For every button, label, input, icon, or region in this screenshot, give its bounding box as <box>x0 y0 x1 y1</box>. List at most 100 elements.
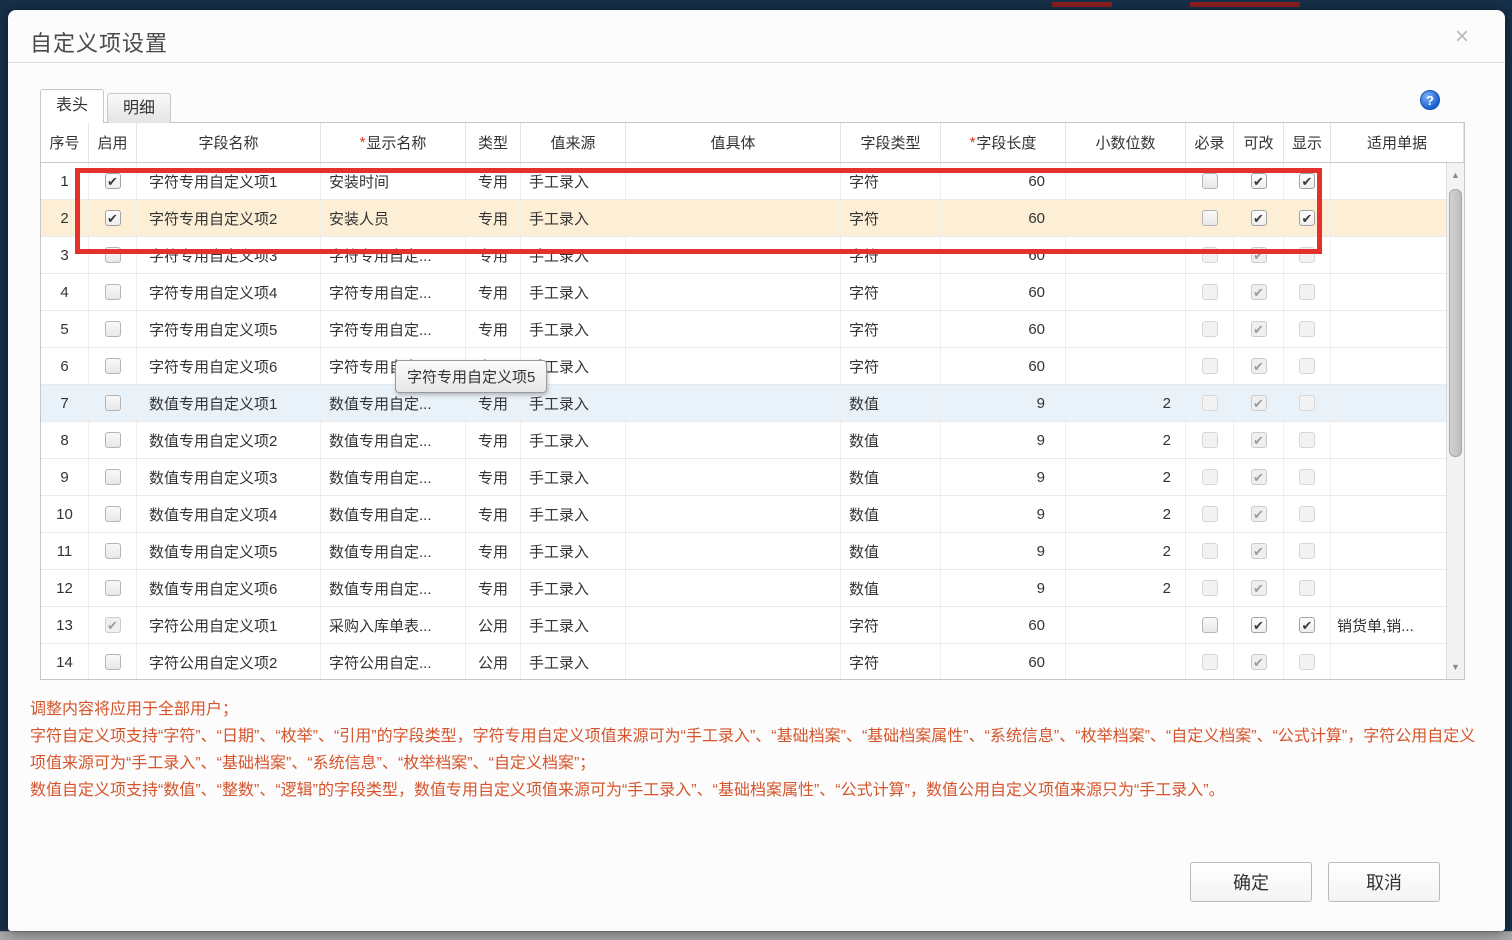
specific-cell <box>626 385 841 421</box>
ok-button[interactable]: 确定 <box>1190 862 1312 902</box>
modifiable-cell <box>1234 496 1284 532</box>
source-cell: 手工录入 <box>521 274 626 310</box>
seq-cell: 14 <box>41 644 89 680</box>
tab-detail[interactable]: 明细 <box>107 93 171 123</box>
table-row[interactable]: 14字符公用自定义项2字符公用自定...公用手工录入字符60 <box>41 644 1464 680</box>
modifiable-cell <box>1234 570 1284 606</box>
table-row[interactable]: 2字符专用自定义项2安装人员专用手工录入字符60 <box>41 200 1464 237</box>
field_name-cell: 字符专用自定义项3 <box>137 237 321 273</box>
help-icon[interactable]: ? <box>1420 90 1440 110</box>
enable-checkbox[interactable] <box>105 469 121 485</box>
specific-cell <box>626 348 841 384</box>
required-cell <box>1186 237 1234 273</box>
seq-cell: 7 <box>41 385 89 421</box>
modifiable-checkbox <box>1251 321 1267 337</box>
enable-checkbox[interactable] <box>105 432 121 448</box>
col-seq-header: 序号 <box>41 123 89 162</box>
background-annotation-mark <box>1052 2 1112 7</box>
table-row[interactable]: 13字符公用自定义项1采购入库单表...公用手工录入字符60销货单,销... <box>41 607 1464 644</box>
required-cell <box>1186 570 1234 606</box>
table-row[interactable]: 12数值专用自定义项6数值专用自定...专用手工录入数值92 <box>41 570 1464 607</box>
enable-checkbox[interactable] <box>105 173 121 189</box>
enable-checkbox[interactable] <box>105 321 121 337</box>
enable-checkbox[interactable] <box>105 210 121 226</box>
enable-checkbox[interactable] <box>105 506 121 522</box>
source-cell: 手工录入 <box>521 311 626 347</box>
table-row[interactable]: 5字符专用自定义项5字符专用自定...专用手工录入字符60 <box>41 311 1464 348</box>
docs-cell <box>1331 533 1464 569</box>
close-icon[interactable]: × <box>1447 22 1477 52</box>
type-cell: 公用 <box>466 644 521 680</box>
table-row[interactable]: 11数值专用自定义项5数值专用自定...专用手工录入数值92 <box>41 533 1464 570</box>
modifiable-cell <box>1234 385 1284 421</box>
table-row[interactable]: 1字符专用自定义项1安装时间专用手工录入字符60 <box>41 163 1464 200</box>
field_type-cell: 字符 <box>841 348 941 384</box>
enable-checkbox[interactable] <box>105 543 121 559</box>
scroll-up-icon[interactable]: ▲ <box>1447 165 1464 185</box>
cancel-button[interactable]: 取消 <box>1328 862 1440 902</box>
modifiable-checkbox[interactable] <box>1251 210 1267 226</box>
vertical-scrollbar[interactable]: ▲ ▼ <box>1446 163 1464 679</box>
table-row[interactable]: 7数值专用自定义项1数值专用自定...专用手工录入数值92 <box>41 385 1464 422</box>
specific-cell <box>626 237 841 273</box>
modifiable-checkbox <box>1251 469 1267 485</box>
required-checkbox[interactable] <box>1202 617 1218 633</box>
required-cell <box>1186 200 1234 236</box>
visible-cell <box>1284 237 1331 273</box>
table-row[interactable]: 6字符专用自定义项6字符专用自定...专用手工录入字符60 <box>41 348 1464 385</box>
dialog-title: 自定义项设置 <box>30 26 168 58</box>
field_name-cell: 字符专用自定义项6 <box>137 348 321 384</box>
seq-cell: 3 <box>41 237 89 273</box>
visible-checkbox[interactable] <box>1299 617 1315 633</box>
docs-cell <box>1331 200 1464 236</box>
enable-checkbox[interactable] <box>105 247 121 263</box>
visible-checkbox[interactable] <box>1299 173 1315 189</box>
scrollbar-thumb[interactable] <box>1449 189 1462 457</box>
enable-cell <box>89 311 137 347</box>
display_name-cell: 数值专用自定... <box>321 533 466 569</box>
enable-checkbox[interactable] <box>105 358 121 374</box>
seq-cell: 13 <box>41 607 89 643</box>
table-row[interactable]: 9数值专用自定义项3数值专用自定...专用手工录入数值92 <box>41 459 1464 496</box>
required-cell <box>1186 348 1234 384</box>
visible-cell <box>1284 496 1331 532</box>
modifiable-checkbox[interactable] <box>1251 617 1267 633</box>
modifiable-checkbox <box>1251 506 1267 522</box>
source-cell: 手工录入 <box>521 570 626 606</box>
required-asterisk: * <box>970 134 976 151</box>
decimals-cell <box>1066 644 1186 680</box>
required-checkbox[interactable] <box>1202 173 1218 189</box>
field_type-cell: 数值 <box>841 533 941 569</box>
field_type-cell: 数值 <box>841 385 941 421</box>
modifiable-checkbox <box>1251 358 1267 374</box>
specific-cell <box>626 311 841 347</box>
enable-checkbox[interactable] <box>105 654 121 670</box>
table-row[interactable]: 3字符专用自定义项3字符专用自定...专用手工录入字符60 <box>41 237 1464 274</box>
scroll-down-icon[interactable]: ▼ <box>1447 657 1464 677</box>
type-cell: 专用 <box>466 200 521 236</box>
field_name-cell: 数值专用自定义项4 <box>137 496 321 532</box>
table-row[interactable]: 8数值专用自定义项2数值专用自定...专用手工录入数值92 <box>41 422 1464 459</box>
required-cell <box>1186 607 1234 643</box>
tab-header[interactable]: 表头 <box>40 89 104 123</box>
table-body: 1字符专用自定义项1安装时间专用手工录入字符602字符专用自定义项2安装人员专用… <box>41 163 1464 680</box>
table-row[interactable]: 10数值专用自定义项4数值专用自定...专用手工录入数值92 <box>41 496 1464 533</box>
docs-cell <box>1331 496 1464 532</box>
docs-cell <box>1331 274 1464 310</box>
visible-checkbox <box>1299 654 1315 670</box>
required-checkbox[interactable] <box>1202 210 1218 226</box>
length-cell: 60 <box>941 237 1066 273</box>
col-required-header: 必录 <box>1186 123 1234 162</box>
enable-checkbox[interactable] <box>105 284 121 300</box>
table-row[interactable]: 4字符专用自定义项4字符专用自定...专用手工录入字符60 <box>41 274 1464 311</box>
enable-checkbox[interactable] <box>105 395 121 411</box>
modifiable-checkbox[interactable] <box>1251 173 1267 189</box>
enable-cell <box>89 570 137 606</box>
required-cell <box>1186 533 1234 569</box>
type-cell: 专用 <box>466 496 521 532</box>
enable-cell <box>89 163 137 199</box>
length-cell: 60 <box>941 163 1066 199</box>
visible-checkbox[interactable] <box>1299 210 1315 226</box>
enable-checkbox[interactable] <box>105 580 121 596</box>
type-cell: 专用 <box>466 163 521 199</box>
